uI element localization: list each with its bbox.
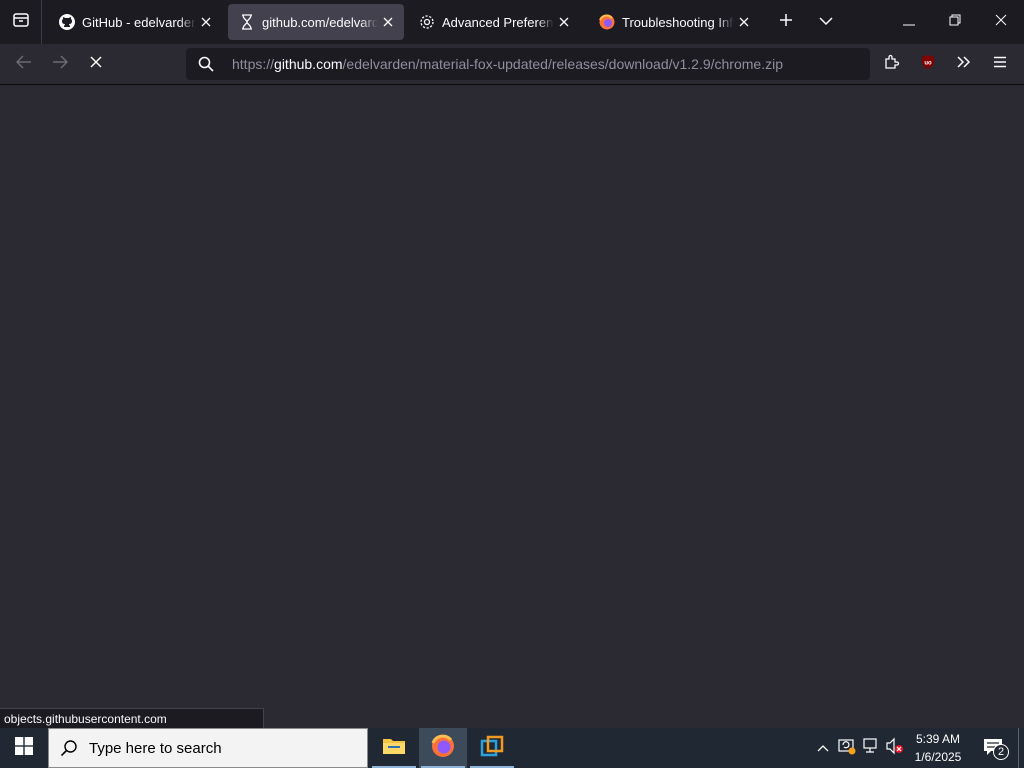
minimize-icon (903, 13, 915, 31)
stop-icon (90, 55, 102, 73)
virtualbox-icon (480, 734, 504, 763)
firefox-view-icon (12, 11, 30, 34)
show-hidden-icons-button[interactable] (812, 728, 834, 768)
tab-title: GitHub - edelvarden/material-fox-updated (82, 14, 196, 30)
tab-title: github.com/edelvarden/material-fox-updat… (262, 14, 378, 30)
tab-github[interactable]: GitHub - edelvarden/material-fox-updated (48, 4, 222, 40)
list-all-tabs-button[interactable] (810, 0, 842, 44)
close-tab-icon[interactable] (378, 12, 398, 32)
tab-advanced-preferences[interactable]: Advanced Preferences (408, 4, 580, 40)
windows-update-tray[interactable] (836, 728, 858, 768)
taskbar-virtualbox[interactable] (468, 728, 516, 768)
address-bar[interactable]: https://github.com/edelvarden/material-f… (186, 48, 870, 80)
firefox-view-button[interactable] (0, 0, 42, 44)
clock-date: 1/6/2025 (914, 750, 962, 764)
stop-button[interactable] (80, 48, 112, 80)
notification-count-badge: 2 (993, 744, 1009, 760)
navigation-toolbar: https://github.com/edelvarden/material-f… (0, 44, 1024, 85)
tab-title: Troubleshooting Information (622, 14, 734, 30)
clock-time: 5:39 AM (915, 732, 961, 746)
close-tab-icon[interactable] (734, 12, 754, 32)
svg-text:uo: uo (924, 60, 932, 66)
close-icon (995, 13, 1007, 31)
url-text[interactable]: https://github.com/edelvarden/material-f… (226, 56, 783, 72)
taskbar-firefox[interactable] (419, 728, 467, 768)
restore-icon (949, 13, 961, 31)
plus-icon (779, 13, 793, 32)
double-chevron-right-icon (957, 55, 971, 73)
folder-icon (382, 736, 406, 761)
gear-icon (418, 13, 436, 31)
tab-strip: GitHub - edelvarden/material-fox-updated… (0, 0, 1024, 44)
taskbar-clock[interactable]: 5:39 AM 1/6/2025 (906, 728, 970, 768)
new-tab-button[interactable] (770, 0, 802, 44)
show-desktop-button[interactable] (1018, 728, 1024, 768)
arrow-left-icon (15, 54, 32, 74)
start-button[interactable] (0, 728, 48, 768)
restore-button[interactable] (932, 0, 978, 44)
app-menu-button[interactable] (984, 48, 1016, 80)
hamburger-menu-icon (993, 55, 1007, 73)
volume-tray[interactable] (884, 728, 906, 768)
close-window-button[interactable] (978, 0, 1024, 44)
tab-troubleshooting[interactable]: Troubleshooting Information (588, 4, 760, 40)
network-tray[interactable] (860, 728, 882, 768)
action-center-button[interactable]: 2 (976, 728, 1012, 768)
search-icon (49, 739, 89, 757)
chevron-up-icon (817, 739, 829, 757)
update-icon (838, 737, 856, 760)
firefox-icon (598, 13, 616, 31)
taskbar-file-explorer[interactable] (370, 728, 418, 768)
github-icon (58, 13, 76, 31)
close-tab-icon[interactable] (554, 12, 574, 32)
url-prefix: https:// (232, 56, 275, 72)
forward-button[interactable] (44, 48, 76, 80)
url-host: github.com (274, 56, 343, 72)
firefox-icon (431, 734, 455, 763)
network-icon (862, 737, 880, 760)
url-path: /edelvarden/material-fox-updated/release… (342, 56, 783, 72)
puzzle-icon (884, 54, 900, 75)
tab-github-download[interactable]: github.com/edelvarden/material-fox-updat… (228, 4, 404, 40)
status-panel: objects.githubusercontent.com (0, 708, 264, 729)
overflow-menu-button[interactable] (948, 48, 980, 80)
windows-logo-icon (15, 736, 33, 760)
chevron-down-icon (819, 13, 833, 31)
volume-muted-icon (886, 737, 904, 760)
arrow-right-icon (52, 54, 69, 74)
windows-taskbar: Type here to search 5:39 AM 1/6/2025 2 (0, 728, 1024, 768)
hourglass-icon (238, 13, 256, 31)
taskbar-search-placeholder: Type here to search (89, 739, 222, 757)
notification-icon: 2 (983, 738, 1009, 760)
extensions-button[interactable] (876, 48, 908, 80)
page-content (0, 85, 1024, 728)
tab-title: Advanced Preferences (442, 14, 554, 30)
close-tab-icon[interactable] (196, 12, 216, 32)
ublock-icon: uo (920, 54, 936, 75)
minimize-button[interactable] (886, 0, 932, 44)
ublock-origin-button[interactable]: uo (912, 48, 944, 80)
taskbar-search-box[interactable]: Type here to search (48, 728, 368, 768)
back-button[interactable] (8, 48, 40, 80)
search-icon (186, 56, 226, 72)
